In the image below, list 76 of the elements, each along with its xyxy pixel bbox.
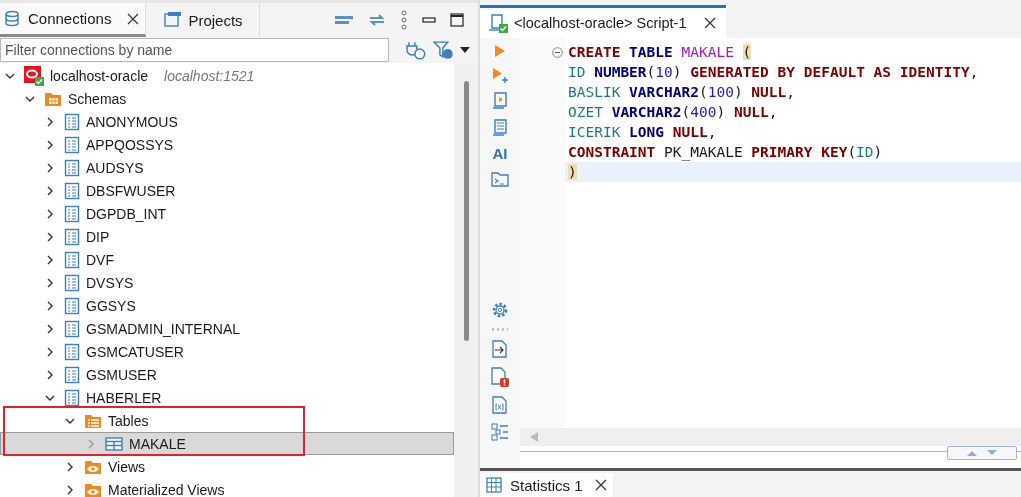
document-icon [64, 158, 80, 177]
file-variable-icon[interactable] [492, 396, 508, 414]
plug-icon[interactable] [404, 40, 427, 60]
tree-item[interactable]: Views [0, 455, 454, 478]
document-icon [64, 204, 80, 223]
tree-item[interactable]: Materialized Views [0, 478, 454, 497]
list-document-icon[interactable] [492, 119, 508, 137]
tree-item[interactable]: DVSYS [0, 271, 454, 294]
tree-item[interactable]: DBSFWUSER [0, 179, 454, 202]
document-icon [64, 227, 80, 246]
link-icon[interactable] [368, 13, 386, 27]
file-arrow-icon[interactable] [492, 340, 508, 358]
tree-item[interactable]: MAKALE [0, 432, 454, 455]
ai-button[interactable]: AI [492, 146, 508, 162]
play-plus-icon[interactable] [492, 67, 508, 83]
document-icon [64, 388, 80, 407]
tree-item[interactable]: GSMCATUSER [0, 340, 454, 363]
code-line: ID NUMBER(10) GENERATED BY DEFAULT AS IDENTITY, [567, 63, 980, 82]
code-line: ICERIK LONG NULL, [567, 123, 718, 142]
document-icon [64, 250, 80, 269]
document-icon [64, 342, 80, 361]
tree-item[interactable]: HABERLER [0, 386, 454, 409]
scrollbar-thumb[interactable] [463, 81, 469, 341]
terminal-icon[interactable] [491, 171, 509, 187]
document-icon [64, 135, 80, 154]
document-icon [64, 296, 80, 315]
dropdown-caret-icon[interactable] [460, 47, 470, 53]
code-line: OZET VARCHAR2(400) NULL, [567, 103, 779, 122]
editor-tab[interactable]: <localhost-oracle> Script-1 [480, 5, 727, 38]
settings-icon[interactable] [491, 301, 509, 319]
document-icon [64, 319, 80, 338]
tree-item[interactable]: localhost-oracle localhost:1521 [0, 64, 454, 87]
tree-item[interactable]: DGPDB_INT [0, 202, 454, 225]
script-play-icon[interactable] [492, 92, 508, 110]
close-icon[interactable] [127, 12, 140, 25]
file-error-icon[interactable] [491, 367, 509, 387]
document-icon [64, 181, 80, 200]
database-connection-icon [24, 65, 44, 86]
tree-item[interactable]: GSMUSER [0, 363, 454, 386]
table-icon [105, 436, 123, 451]
tree-item[interactable]: GSMADMIN_INTERNAL [0, 317, 454, 340]
tree-item[interactable]: DVF [0, 248, 454, 271]
tree-item[interactable]: Tables [0, 409, 454, 432]
code-line: CREATE TABLE MAKALE ( [567, 43, 753, 62]
tree-item[interactable]: DIP [0, 225, 454, 248]
results-tab[interactable]: Statistics 1 [480, 473, 613, 497]
tree-item[interactable]: ANONYMOUS [0, 110, 454, 133]
filter-field[interactable]: Filter connections by name [0, 38, 389, 62]
outline-icon[interactable] [491, 423, 509, 441]
tree-item[interactable]: APPQOSSYS [0, 133, 454, 156]
folder-icon [44, 90, 62, 107]
window-icon [164, 11, 183, 29]
maximize-icon[interactable] [450, 13, 464, 27]
tree-item[interactable]: AUDSYS [0, 156, 454, 179]
panel-tab[interactable]: Connections [0, 3, 147, 37]
script-icon [488, 13, 508, 33]
code-line: CONSTRAINT PK_MAKALE PRIMARY KEY(ID) [567, 143, 884, 162]
more-icon[interactable] [400, 10, 408, 30]
tree-item[interactable]: Schemas [0, 87, 454, 110]
fold-icon[interactable] [552, 46, 563, 58]
database-icon [4, 9, 22, 28]
host-label: localhost:1521 [164, 67, 255, 84]
minimize-icon[interactable] [422, 17, 436, 23]
grip-icon[interactable] [491, 328, 509, 331]
tree-item[interactable]: GGSYS [0, 294, 454, 317]
document-icon [64, 273, 80, 292]
eye-folder-icon [84, 458, 102, 475]
close-icon[interactable] [594, 479, 607, 491]
folder-icon [84, 412, 102, 429]
code-line: BASLIK VARCHAR2(100) NULL, [567, 83, 796, 102]
grid-icon [486, 477, 502, 493]
close-icon[interactable] [704, 17, 717, 29]
document-icon [64, 365, 80, 384]
document-icon [64, 112, 80, 131]
filter-icon[interactable] [432, 40, 455, 60]
collapse-icon[interactable] [334, 15, 354, 25]
